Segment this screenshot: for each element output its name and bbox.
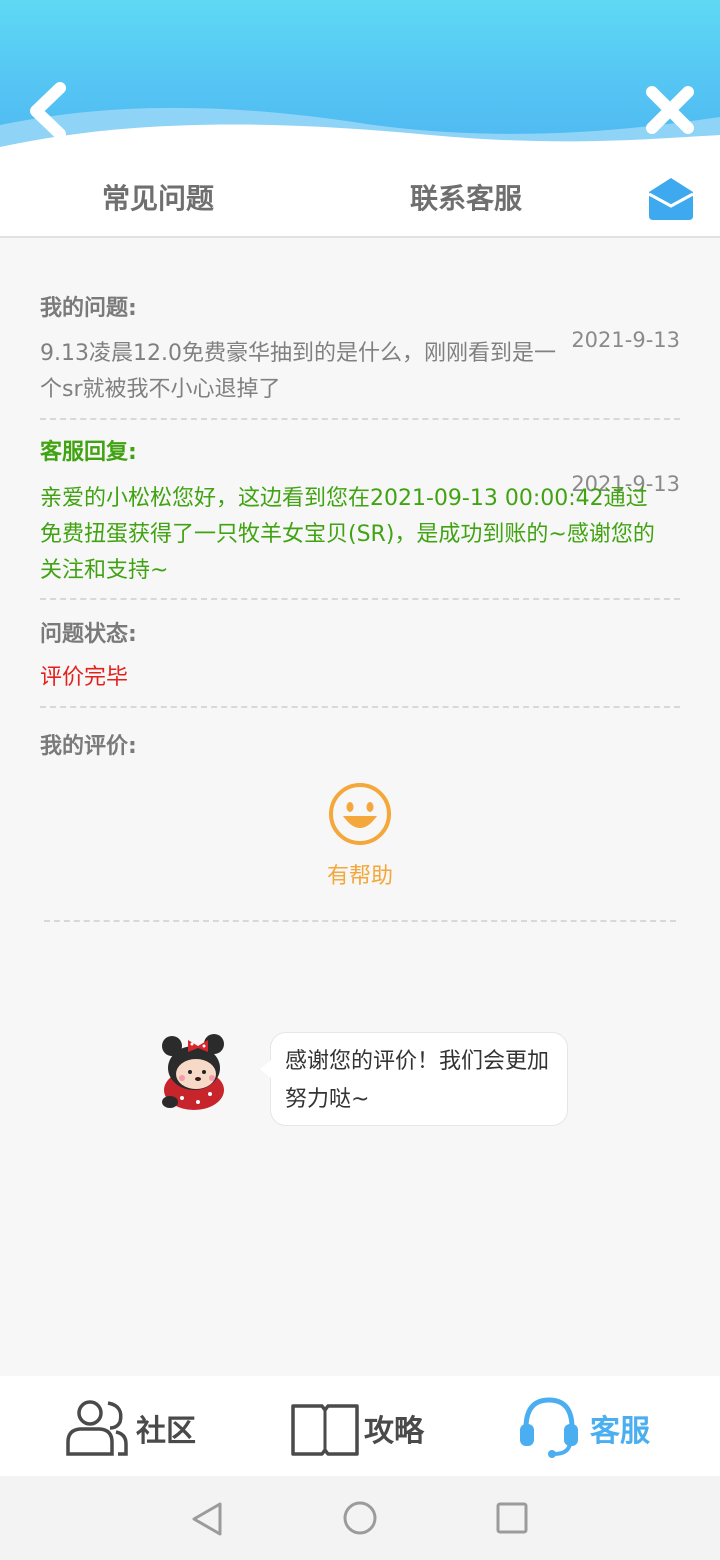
tab-contact-service[interactable]: 联系客服	[410, 162, 522, 236]
mascot-character	[158, 1028, 236, 1118]
divider	[40, 598, 680, 600]
question-date: 2021-9-13	[571, 328, 680, 352]
mail-button[interactable]	[645, 172, 697, 226]
recents-square-icon[interactable]	[496, 1502, 528, 1534]
divider	[40, 418, 680, 420]
close-button[interactable]	[640, 80, 700, 140]
chevron-left-icon	[30, 82, 66, 140]
divider	[44, 920, 676, 922]
status-label: 问题状态:	[40, 622, 137, 647]
back-button[interactable]	[22, 78, 82, 144]
question-label: 我的问题:	[40, 296, 137, 321]
question-text: 9.13凌晨12.0免费豪华抽到的是什么，刚刚看到是一个sr就被我不小心退掉了	[40, 341, 556, 402]
bubble-tail	[260, 1059, 272, 1079]
reply-text: 亲爱的小松松您好，这边看到您在2021-09-13 00:00:42通过免费扭蛋…	[40, 486, 655, 583]
rating-value: 有帮助	[326, 864, 393, 889]
home-circle-icon[interactable]	[342, 1500, 378, 1536]
rating-label: 我的评价:	[40, 734, 137, 759]
tab-faq[interactable]: 常见问题	[102, 162, 214, 236]
nav-service[interactable]: 客服	[518, 1376, 658, 1476]
status-value: 评价完毕	[40, 665, 129, 690]
header-banner	[0, 0, 720, 165]
rating-button[interactable]	[328, 782, 392, 846]
mail-icon	[648, 178, 694, 220]
nav-community-label: 社区	[136, 1414, 196, 1449]
close-icon	[646, 86, 694, 134]
headset-icon	[520, 1397, 578, 1458]
tab-bar: 常见问题 联系客服	[0, 162, 720, 238]
nav-community[interactable]: 社区	[64, 1376, 204, 1476]
divider	[40, 706, 680, 708]
feedback-message: 感谢您的评价！我们会更加努力哒~	[285, 1049, 550, 1112]
reply-label: 客服回复:	[40, 440, 137, 465]
feedback-bubble: 感谢您的评价！我们会更加努力哒~	[260, 1032, 568, 1126]
nav-guide[interactable]: 攻略	[290, 1376, 432, 1476]
back-triangle-icon[interactable]	[190, 1500, 224, 1538]
community-icon	[66, 1400, 128, 1456]
bottom-nav: 社区 攻略 客服	[0, 1376, 720, 1476]
nav-service-label: 客服	[590, 1414, 650, 1449]
system-nav-bar	[0, 1476, 720, 1560]
nav-guide-label: 攻略	[364, 1414, 424, 1449]
wave-decoration	[0, 107, 720, 165]
smiley-icon	[329, 783, 391, 845]
mascot-image	[162, 1034, 224, 1110]
book-icon	[291, 1404, 359, 1456]
